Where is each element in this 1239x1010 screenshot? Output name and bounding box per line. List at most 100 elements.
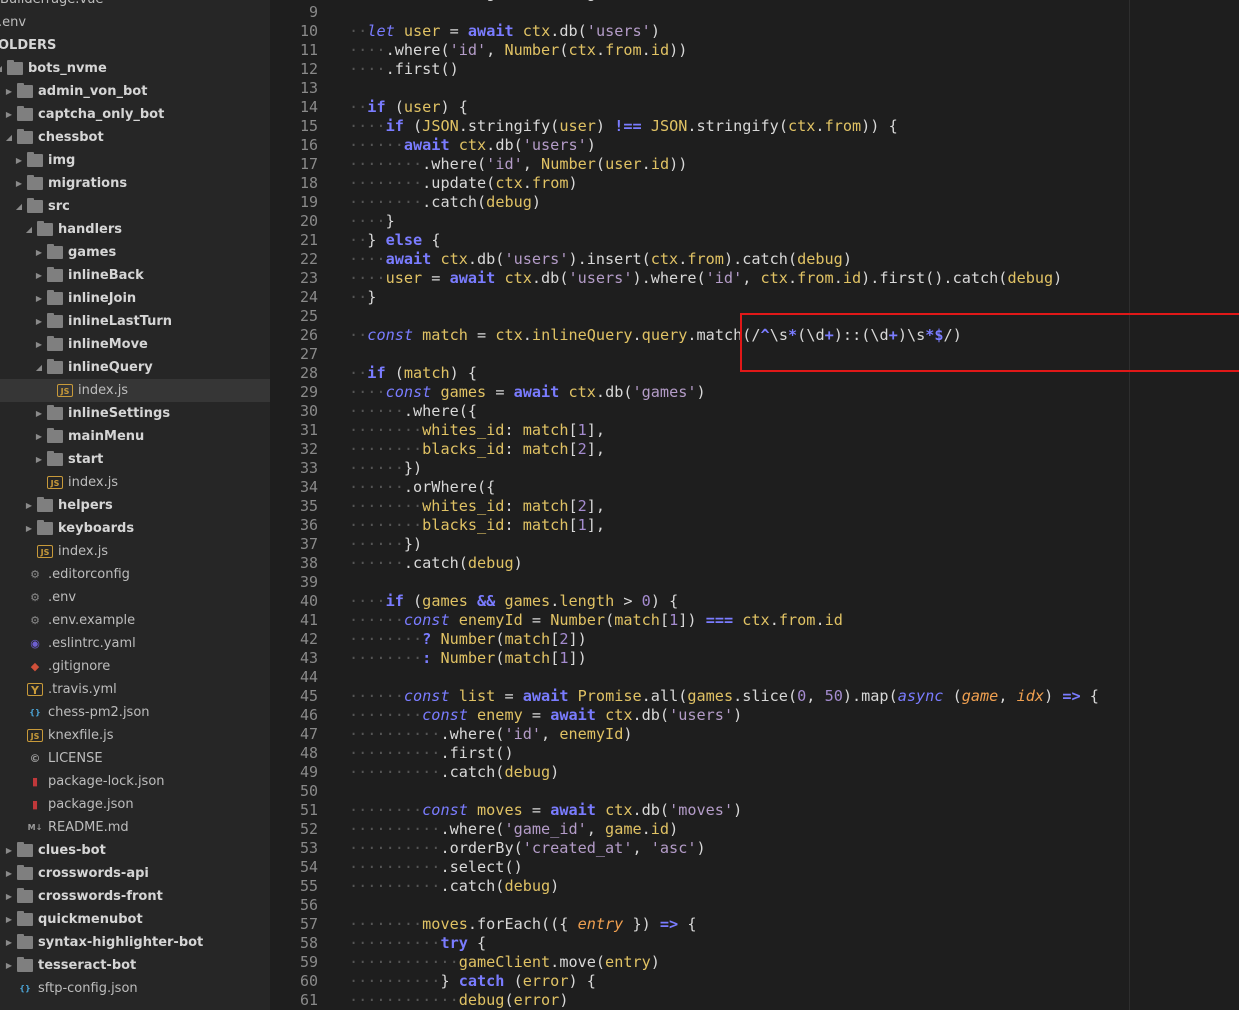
- code-line[interactable]: ············debug(error): [349, 991, 568, 1010]
- code-line[interactable]: ··if (user) {: [349, 98, 468, 117]
- code-line[interactable]: ········? Number(match[2]): [349, 630, 587, 649]
- code-line[interactable]: ········blacks_id: match[1],: [349, 516, 605, 535]
- code-line[interactable]: ····if (JSON.stringify(user) !== JSON.st…: [349, 117, 898, 136]
- code-line[interactable]: ········blacks_id: match[2],: [349, 440, 605, 459]
- code-line[interactable]: ··let user = await ctx.db('users'): [349, 22, 660, 41]
- folder-item[interactable]: ▶ admin_von_bot: [0, 80, 270, 103]
- folder-item[interactable]: ▶ inlineSettings: [0, 402, 270, 425]
- code-line[interactable]: ··} else {: [349, 231, 440, 250]
- code-line[interactable]: ··········.catch(debug): [349, 877, 559, 896]
- folder-item[interactable]: ▶ inlineBack: [0, 264, 270, 287]
- chevron-right-icon[interactable]: ▶: [34, 333, 44, 356]
- folder-item[interactable]: ▶ migrations: [0, 172, 270, 195]
- code-line[interactable]: ····.first(): [349, 60, 459, 79]
- code-line[interactable]: ······}): [349, 459, 422, 478]
- chevron-right-icon[interactable]: ▶: [34, 264, 44, 287]
- chevron-right-icon[interactable]: ▶: [4, 908, 14, 931]
- code-line[interactable]: ····}: [349, 212, 395, 231]
- code-line[interactable]: ······.orWhere({: [349, 478, 495, 497]
- chevron-right-icon[interactable]: ▶: [24, 494, 34, 517]
- folder-item[interactable]: ▶ clues-bot: [0, 839, 270, 862]
- code-editor[interactable]: 8··let status = gameClient.getStatus()91…: [270, 0, 1239, 1010]
- chevron-right-icon[interactable]: ▶: [4, 931, 14, 954]
- folder-item[interactable]: ◢ src: [0, 195, 270, 218]
- folder-item[interactable]: ▶ inlineLastTurn: [0, 310, 270, 333]
- chevron-right-icon[interactable]: ▶: [4, 862, 14, 885]
- folder-item[interactable]: ▶ quickmenubot: [0, 908, 270, 931]
- file-item[interactable]: JS knexfile.js: [0, 724, 270, 747]
- code-line[interactable]: ········const enemy = await ctx.db('user…: [349, 706, 742, 725]
- code-line[interactable]: ··if (match) {: [349, 364, 477, 383]
- chevron-right-icon[interactable]: ▶: [34, 448, 44, 471]
- folder-item[interactable]: ▶ start: [0, 448, 270, 471]
- file-item[interactable]: JS index.js: [0, 540, 270, 563]
- file-item[interactable]: © LICENSE: [0, 747, 270, 770]
- file-item[interactable]: JS index.js: [0, 471, 270, 494]
- code-line[interactable]: ········whites_id: match[2],: [349, 497, 605, 516]
- folder-item[interactable]: ▶ inlineJoin: [0, 287, 270, 310]
- folder-item[interactable]: ▶ tesseract-bot: [0, 954, 270, 977]
- folder-item[interactable]: ▶ crosswords-front: [0, 885, 270, 908]
- file-item[interactable]: ◆ .gitignore: [0, 655, 270, 678]
- code-line[interactable]: ··········.select(): [349, 858, 523, 877]
- code-line[interactable]: ··········.catch(debug): [349, 763, 559, 782]
- folder-item[interactable]: ▶ inlineMove: [0, 333, 270, 356]
- file-item[interactable]: M↓ README.md: [0, 816, 270, 839]
- code-line[interactable]: ··········.first(): [349, 744, 514, 763]
- chevron-right-icon[interactable]: ▶: [4, 103, 14, 126]
- chevron-down-icon[interactable]: ◢: [0, 57, 4, 80]
- folder-item[interactable]: ▶ mainMenu: [0, 425, 270, 448]
- folder-item[interactable]: ▶ games: [0, 241, 270, 264]
- code-line[interactable]: ··········} catch (error) {: [349, 972, 596, 991]
- chevron-right-icon[interactable]: ▶: [4, 885, 14, 908]
- file-item[interactable]: ⚙ .env: [0, 586, 270, 609]
- code-line[interactable]: ··········.where('game_id', game.id): [349, 820, 678, 839]
- code-line[interactable]: ······.catch(debug): [349, 554, 523, 573]
- code-line[interactable]: ······const list = await Promise.all(gam…: [349, 687, 1099, 706]
- file-item[interactable]: ⚙ .env.example: [0, 609, 270, 632]
- sidebar-top-file[interactable]: Builderrage.vue: [0, 0, 270, 11]
- chevron-right-icon[interactable]: ▶: [14, 172, 24, 195]
- file-item[interactable]: .env: [0, 11, 270, 34]
- file-item[interactable]: {} sftp-config.json: [0, 977, 270, 1000]
- chevron-down-icon[interactable]: ◢: [14, 195, 24, 218]
- chevron-right-icon[interactable]: ▶: [24, 517, 34, 540]
- code-line[interactable]: ··let status = gameClient.getStatus(): [349, 0, 687, 3]
- code-line[interactable]: ········.update(ctx.from): [349, 174, 578, 193]
- code-line[interactable]: ······.where({: [349, 402, 477, 421]
- file-item[interactable]: JS index.js: [0, 379, 270, 402]
- folder-item[interactable]: ▶ captcha_only_bot: [0, 103, 270, 126]
- code-line[interactable]: ··········.where('id', enemyId): [349, 725, 633, 744]
- file-item[interactable]: ▮ package-lock.json: [0, 770, 270, 793]
- chevron-right-icon[interactable]: ▶: [14, 149, 24, 172]
- code-line[interactable]: ····const games = await ctx.db('games'): [349, 383, 706, 402]
- chevron-right-icon[interactable]: ▶: [34, 425, 44, 448]
- folder-item[interactable]: ◢ inlineQuery: [0, 356, 270, 379]
- chevron-down-icon[interactable]: ◢: [34, 356, 44, 379]
- folder-item[interactable]: ▶ syntax-highlighter-bot: [0, 931, 270, 954]
- file-item[interactable]: ▮ package.json: [0, 793, 270, 816]
- chevron-right-icon[interactable]: ▶: [34, 310, 44, 333]
- file-item[interactable]: ⚙ .editorconfig: [0, 563, 270, 586]
- chevron-right-icon[interactable]: ▶: [34, 287, 44, 310]
- code-line[interactable]: ············gameClient.move(entry): [349, 953, 660, 972]
- folder-item[interactable]: ▶ helpers: [0, 494, 270, 517]
- chevron-right-icon[interactable]: ▶: [4, 954, 14, 977]
- file-item[interactable]: {} chess-pm2.json: [0, 701, 270, 724]
- code-line[interactable]: ······await ctx.db('users'): [349, 136, 596, 155]
- folder-item[interactable]: ▶ keyboards: [0, 517, 270, 540]
- code-line[interactable]: ········moves.forEach(({ entry }) => {: [349, 915, 697, 934]
- code-line[interactable]: ········.where('id', Number(user.id)): [349, 155, 687, 174]
- code-line[interactable]: ········: Number(match[1]): [349, 649, 587, 668]
- folder-item[interactable]: ◢ handlers: [0, 218, 270, 241]
- chevron-down-icon[interactable]: ◢: [4, 126, 14, 149]
- chevron-right-icon[interactable]: ▶: [4, 839, 14, 862]
- code-line[interactable]: ····if (games && games.length > 0) {: [349, 592, 678, 611]
- code-line[interactable]: ··}: [349, 288, 376, 307]
- code-line[interactable]: ········const moves = await ctx.db('move…: [349, 801, 742, 820]
- file-item[interactable]: Y .travis.yml: [0, 678, 270, 701]
- chevron-right-icon[interactable]: ▶: [4, 80, 14, 103]
- folder-item[interactable]: ◢ chessbot: [0, 126, 270, 149]
- folder-item[interactable]: ▶ img: [0, 149, 270, 172]
- chevron-down-icon[interactable]: ◢: [24, 218, 34, 241]
